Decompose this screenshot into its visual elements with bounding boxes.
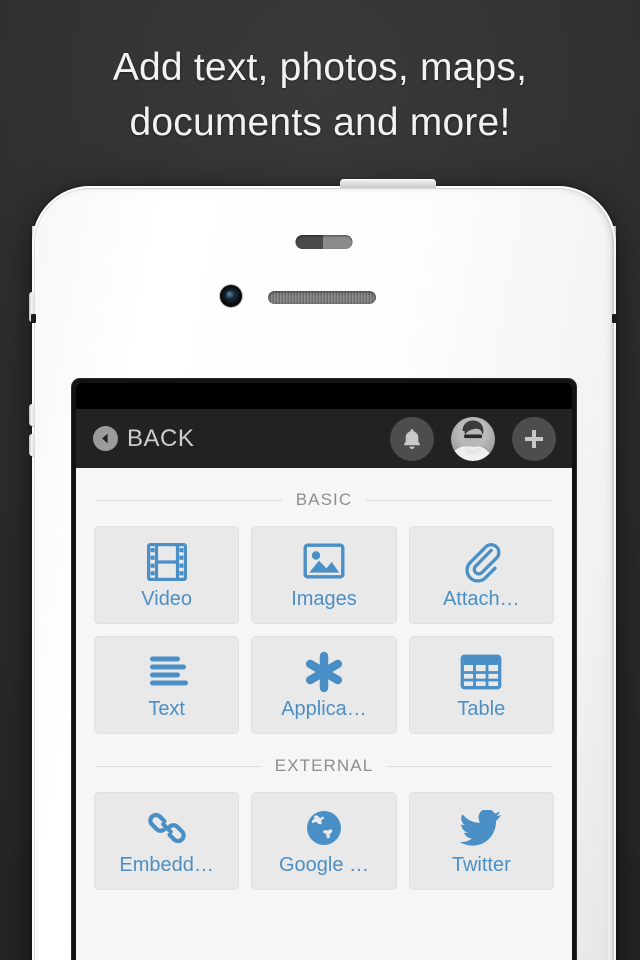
add-button[interactable]: [512, 416, 556, 461]
headline-line-2: documents and more!: [129, 101, 511, 144]
chevron-left-circle-icon: [93, 426, 118, 451]
tile-label-attachment: Attach…: [442, 588, 520, 610]
tile-google[interactable]: Google …: [251, 792, 397, 890]
tile-video[interactable]: Video: [94, 526, 240, 624]
divider-left: [96, 765, 261, 767]
antenna-band-right: [612, 314, 617, 323]
avatar-photo: [451, 416, 495, 461]
photo-icon: [303, 539, 345, 585]
divider-left: [96, 499, 282, 501]
tile-twitter[interactable]: Twitter: [408, 792, 554, 890]
proximity-sensor: [295, 235, 353, 249]
globe-icon: [305, 805, 343, 851]
chain-link-icon: [147, 805, 187, 851]
section-title-external: EXTERNAL: [274, 756, 374, 775]
tile-attachment[interactable]: Attach…: [408, 526, 554, 624]
status-bar: [76, 383, 572, 409]
front-camera-icon: [220, 285, 242, 307]
film-strip-icon: [146, 539, 188, 585]
headline-line-1: Add text, photos, maps,: [112, 46, 528, 89]
volume-up-button[interactable]: [29, 404, 35, 426]
table-grid-icon: [460, 649, 502, 695]
app-navigation-bar: BACK: [76, 409, 572, 468]
external-row-1: Embedd… Google … Twitter: [94, 792, 554, 890]
tile-applications[interactable]: Applica…: [251, 636, 397, 734]
text-lines-icon: [146, 649, 188, 695]
section-header-external: EXTERNAL: [94, 734, 554, 792]
bell-icon: [403, 428, 421, 449]
section-title-basic: BASIC: [295, 490, 353, 509]
twitter-bird-icon: [460, 805, 502, 851]
phone-left-edge: [32, 226, 39, 960]
navbar-actions: [390, 416, 556, 461]
back-button-label: BACK: [127, 424, 195, 452]
divider-right: [366, 499, 552, 501]
tile-label-images: Images: [291, 588, 357, 610]
antenna-band-left: [31, 314, 36, 323]
tile-label-google: Google …: [278, 854, 370, 876]
tile-label-text: Text: [148, 698, 185, 720]
tile-embed[interactable]: Embedd…: [94, 792, 240, 890]
phone-right-edge: [608, 226, 616, 960]
phone-device-mockup: BACK BASIC Video Images Attach… Text App…: [29, 179, 617, 960]
tile-label-twitter: Twitter: [451, 854, 511, 876]
tile-label-embed: Embedd…: [119, 854, 214, 876]
notifications-button[interactable]: [390, 416, 434, 461]
basic-row-2: Text Applica… Table: [94, 636, 554, 734]
power-button[interactable]: [340, 179, 436, 188]
tile-text[interactable]: Text: [94, 636, 240, 734]
section-header-basic: BASIC: [94, 468, 554, 526]
divider-right: [387, 765, 552, 767]
basic-row-1: Video Images Attach…: [94, 526, 554, 624]
plus-icon: [525, 429, 543, 448]
tile-table[interactable]: Table: [408, 636, 554, 734]
phone-screen: BACK BASIC Video Images Attach… Text App…: [76, 383, 572, 960]
profile-avatar[interactable]: [451, 416, 495, 461]
tile-images[interactable]: Images: [251, 526, 397, 624]
tile-label-applications: Applica…: [281, 698, 367, 720]
earpiece-speaker: [268, 291, 376, 304]
promo-headline: Add text, photos, maps, documents and mo…: [0, 40, 640, 150]
asterisk-icon: [304, 649, 344, 695]
content-picker-panel: BASIC Video Images Attach… Text Applica……: [76, 468, 572, 960]
paperclip-icon: [461, 539, 501, 585]
volume-down-button[interactable]: [29, 434, 35, 456]
back-button[interactable]: BACK: [93, 425, 194, 453]
tile-label-table: Table: [457, 698, 506, 720]
tile-label-video: Video: [141, 588, 193, 610]
